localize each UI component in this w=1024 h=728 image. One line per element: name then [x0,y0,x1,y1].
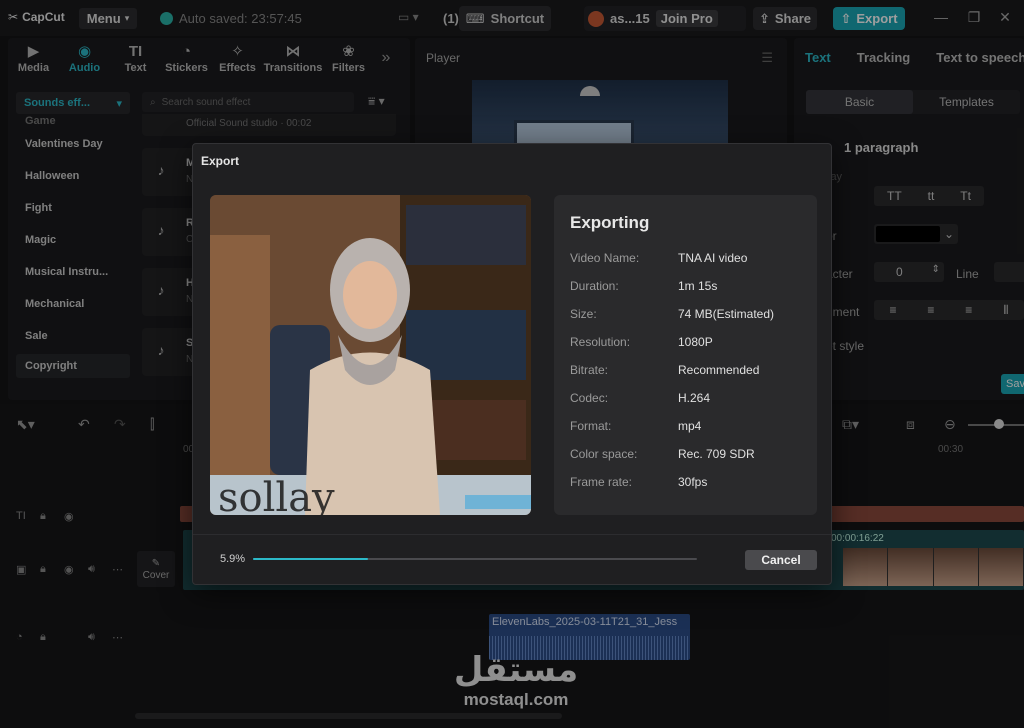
info-row: Frame rate: 30fps [570,475,810,491]
info-value: 1080P [678,335,713,349]
info-key: Format: [570,419,612,433]
preview-illustration: sollay [210,195,531,515]
export-dialog: Export sollay Exporting Video Name: TNA … [192,143,832,585]
info-key: Codec: [570,391,609,405]
info-key: Video Name: [570,251,640,265]
info-key: Color space: [570,447,638,461]
capcut-window: ✂ CapCut Menu ▾ Auto saved: 23:57:45 ▭ ▾… [0,0,1024,728]
info-key: Frame rate: [570,475,633,489]
export-progress-bar [253,558,697,560]
info-row: Size: 74 MB(Estimated) [570,307,810,323]
info-value: H.264 [678,391,711,405]
preview-overlay-text: sollay [218,475,335,515]
info-row: Video Name: TNA AI video [570,251,810,267]
info-key: Duration: [570,279,619,293]
info-row: Codec: H.264 [570,391,810,407]
exporting-heading: Exporting [570,213,650,232]
info-row: Bitrate: Recommended [570,363,810,379]
info-row: Duration: 1m 15s [570,279,810,295]
info-key: Resolution: [570,335,631,349]
info-row: Color space: Rec. 709 SDR [570,447,810,463]
info-value: Rec. 709 SDR [678,447,755,461]
info-value: TNA AI video [678,251,748,265]
info-value: mp4 [678,419,702,433]
info-row: Format: mp4 [570,419,810,435]
info-value: 1m 15s [678,279,718,293]
info-key: Size: [570,307,597,321]
info-key: Bitrate: [570,363,609,377]
info-value: Recommended [678,363,760,377]
dialog-title: Export [201,154,240,168]
export-preview-image: sollay [210,195,531,515]
cancel-button[interactable]: Cancel [745,550,817,570]
info-value: 30fps [678,475,708,489]
export-progress-fill [253,558,368,560]
dialog-divider [193,534,831,535]
info-value: 74 MB(Estimated) [678,307,775,321]
export-info-card: Exporting Video Name: TNA AI video Durati… [554,195,817,515]
export-progress-percent: 5.9% [220,553,246,565]
info-row: Resolution: 1080P [570,335,810,351]
